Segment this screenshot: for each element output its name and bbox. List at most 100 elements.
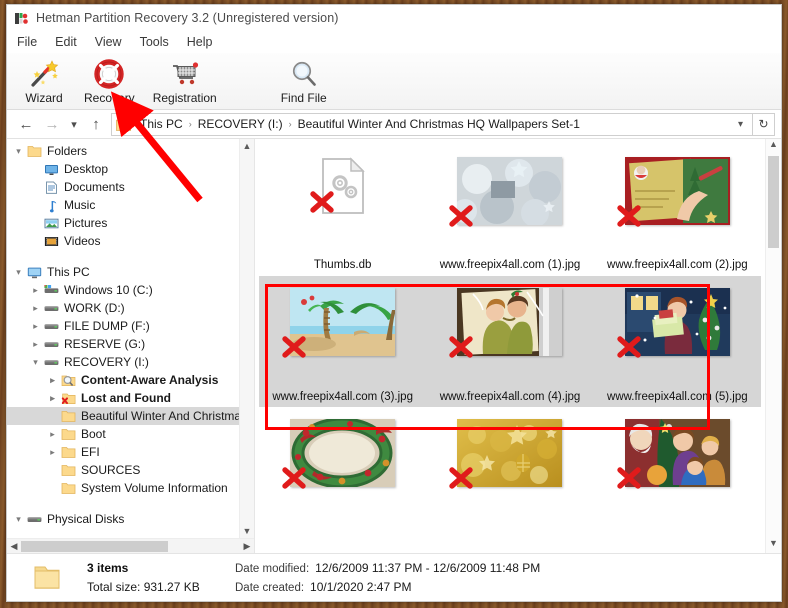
menu-file[interactable]: File (17, 35, 37, 49)
tree-vertical-scrollbar[interactable]: ▲ ▼ (239, 139, 254, 538)
tree-item-boot[interactable]: ▸ Boot (7, 425, 239, 443)
menu-help[interactable]: Help (187, 35, 213, 49)
wizard-button[interactable]: Wizard (13, 57, 75, 107)
tree-item-file-dump-f[interactable]: ▸ FILE DUMP (F:) (7, 317, 239, 335)
tree-item-desktop[interactable]: Desktop (7, 160, 239, 178)
up-arrow-icon[interactable]: ↑ (83, 112, 109, 136)
chevron-down-icon[interactable]: ▼ (766, 538, 781, 553)
forward-arrow-icon[interactable]: → (39, 112, 65, 136)
breadcrumb-separator: › (188, 119, 192, 129)
address-bar: ← → ▾ ↑ This PC › RECOVERY (I:) › Beauti… (7, 110, 781, 138)
tree-item-pictures[interactable]: Pictures (7, 214, 239, 232)
folder-icon (60, 409, 77, 424)
find-file-button[interactable]: Find File (272, 57, 336, 107)
status-bar: 3 items Total size: 931.27 KB Date modif… (7, 553, 781, 601)
drive-icon (43, 319, 60, 334)
chevron-right-icon[interactable]: ▸ (28, 303, 43, 314)
menu-edit[interactable]: Edit (55, 35, 77, 49)
chevron-up-icon[interactable]: ▲ (243, 139, 252, 153)
desktop-icon (43, 162, 60, 177)
chevron-down-icon[interactable]: ▾ (11, 146, 26, 157)
tree-item-content-aware-analysis[interactable]: ▸ Content-Aware Analysis (7, 371, 239, 389)
file-item[interactable] (426, 407, 593, 538)
breadcrumb-recovery-drive[interactable]: RECOVERY (I:) (195, 116, 286, 132)
chevron-down-icon[interactable]: ▾ (28, 357, 43, 368)
this-pc-icon (26, 265, 43, 280)
file-item[interactable] (594, 407, 761, 538)
tree-item-efi[interactable]: ▸ EFI (7, 443, 239, 461)
file-thumbnail (449, 157, 563, 227)
file-item[interactable]: www.freepix4all.com (1).jpg (426, 145, 593, 276)
breadcrumb-this-pc[interactable]: This PC (137, 116, 186, 132)
breadcrumb-current-folder[interactable]: Beautiful Winter And Christmas HQ Wallpa… (295, 116, 583, 132)
file-item[interactable]: www.freepix4all.com (4).jpg (426, 276, 594, 407)
file-thumbnail (282, 417, 396, 489)
grid-scroll-thumb[interactable] (768, 156, 779, 248)
file-item[interactable] (259, 407, 426, 538)
chevron-right-icon[interactable]: ▸ (28, 321, 43, 332)
tree-item-this-pc[interactable]: ▾ This PC (7, 263, 239, 281)
tree-item-documents[interactable]: Documents (7, 178, 239, 196)
tree-item-label: Pictures (64, 216, 108, 230)
address-input[interactable]: This PC › RECOVERY (I:) › Beautiful Wint… (111, 112, 753, 136)
tree-item-work-d[interactable]: ▸ WORK (D:) (7, 299, 239, 317)
folder-icon (60, 427, 77, 442)
history-chevron-down-icon[interactable]: ▾ (65, 112, 83, 136)
file-item[interactable]: www.freepix4all.com (2).jpg (594, 145, 761, 276)
item-count: 3 items (87, 561, 129, 575)
tree-item-system-volume-information[interactable]: System Volume Information (7, 479, 239, 497)
breadcrumb-separator: › (288, 119, 292, 129)
file-thumbnail (282, 288, 397, 358)
folder-icon (116, 118, 132, 131)
chevron-left-icon[interactable]: ◀ (7, 541, 21, 552)
chevron-right-icon[interactable]: ▸ (28, 339, 43, 350)
file-name-label: www.freepix4all.com (3).jpg (272, 391, 413, 403)
chevron-down-icon[interactable]: ▾ (11, 514, 26, 525)
recovery-button-label: Recovery (84, 91, 135, 105)
file-item[interactable]: Thumbs.db (259, 145, 426, 276)
tree-item-windows-10-c[interactable]: ▸ Windows 10 (C:) (7, 281, 239, 299)
refresh-icon[interactable]: ↻ (753, 112, 775, 136)
tree-item-label: Physical Disks (47, 512, 125, 526)
tree-horizontal-scrollbar[interactable]: ◀ ▶ (7, 538, 254, 553)
chevron-down-icon[interactable]: ▾ (11, 267, 26, 278)
tree-item-label: RECOVERY (I:) (64, 355, 149, 369)
tree-item-lost-and-found[interactable]: ▸ Lost and Found (7, 389, 239, 407)
chevron-down-icon[interactable]: ▼ (243, 524, 252, 538)
magic-wand-icon (27, 59, 61, 89)
application-window: Hetman Partition Recovery 3.2 (Unregiste… (6, 4, 782, 602)
file-item[interactable]: www.freepix4all.com (5).jpg (593, 276, 761, 407)
back-arrow-icon[interactable]: ← (13, 112, 39, 136)
tree-item-label: Videos (64, 234, 101, 248)
chevron-right-icon[interactable]: ▸ (45, 447, 60, 458)
chevron-right-icon[interactable]: ▸ (45, 375, 60, 386)
grid-vertical-scrollbar[interactable]: ▲ ▼ (765, 139, 781, 553)
file-list-pane: Thumbs.db www.freepix4all.com (1).jpg ww… (255, 139, 781, 553)
system-drive-icon (43, 283, 60, 298)
h-scroll-thumb[interactable] (21, 540, 168, 552)
chevron-up-icon[interactable]: ▲ (766, 139, 781, 154)
tree-item-music[interactable]: Music (7, 196, 239, 214)
tree-item-sources[interactable]: SOURCES (7, 461, 239, 479)
tree-item-beautiful-winter-and-christmas[interactable]: Beautiful Winter And Christmas (7, 407, 239, 425)
chevron-right-icon[interactable]: ▸ (45, 393, 60, 404)
file-grid[interactable]: Thumbs.db www.freepix4all.com (1).jpg ww… (255, 139, 765, 553)
tree-item-folders[interactable]: ▾ Folders (7, 142, 239, 160)
menu-tools[interactable]: Tools (140, 35, 169, 49)
magnifier-folder-icon (60, 373, 77, 388)
menu-view[interactable]: View (95, 35, 122, 49)
folder-tree[interactable]: ▾ Folders Desktop Documents Music Pictures Vid… (7, 139, 239, 538)
folder-icon (31, 564, 63, 592)
registration-button[interactable]: Registration (144, 57, 226, 107)
tree-item-reserve-g[interactable]: ▸ RESERVE (G:) (7, 335, 239, 353)
address-chevron-down-icon[interactable]: ▾ (731, 119, 750, 130)
recovery-button[interactable]: Recovery (75, 57, 144, 107)
chevron-right-icon[interactable]: ▸ (28, 285, 43, 296)
tree-item-recovery-i[interactable]: ▾ RECOVERY (I:) (7, 353, 239, 371)
chevron-right-icon[interactable]: ▸ (45, 429, 60, 440)
tree-item-videos[interactable]: Videos (7, 232, 239, 250)
tree-item-label: Windows 10 (C:) (64, 283, 153, 297)
file-item[interactable]: www.freepix4all.com (3).jpg (259, 276, 427, 407)
tree-item-physical-disks[interactable]: ▾ Physical Disks (7, 510, 239, 528)
chevron-right-icon[interactable]: ▶ (240, 541, 254, 552)
